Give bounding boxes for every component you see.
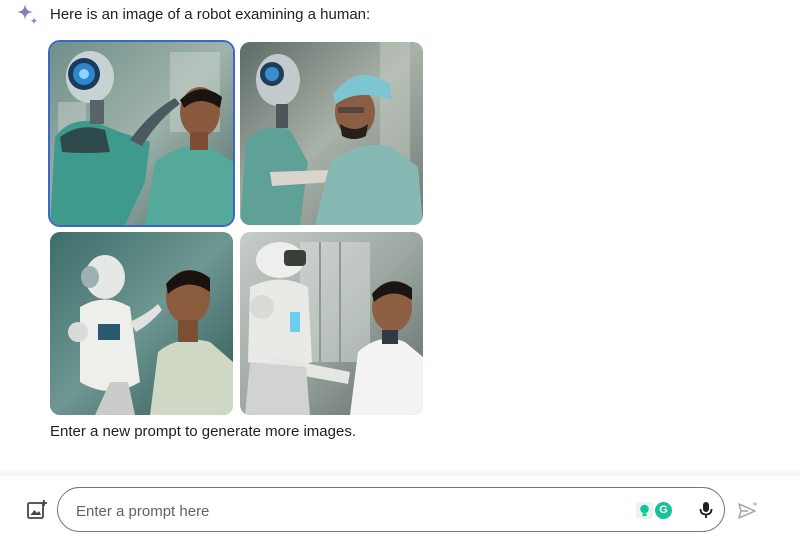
generated-image-grid [50, 42, 423, 415]
generated-image-1[interactable] [50, 42, 233, 225]
prompt-bar: G [57, 487, 725, 532]
white-robot-holding-chin-image [50, 232, 233, 415]
response-intro-text: Here is an image of a robot examining a … [50, 6, 371, 23]
grammarly-icon[interactable]: G [655, 501, 672, 519]
send-icon[interactable] [737, 500, 759, 522]
robot-examining-doctor-image [240, 232, 423, 415]
generated-image-4[interactable] [240, 232, 423, 415]
sparkle-icon [17, 4, 38, 25]
add-image-icon[interactable] [26, 499, 48, 521]
generated-image-2[interactable] [240, 42, 423, 225]
extension-icons: G [636, 500, 672, 520]
followup-text: Enter a new prompt to generate more imag… [50, 423, 356, 440]
prompt-input[interactable] [74, 498, 618, 524]
microphone-icon[interactable] [696, 500, 716, 520]
divider [0, 468, 800, 478]
bulb-icon[interactable] [636, 501, 653, 519]
chat-page: Here is an image of a robot examining a … [0, 0, 800, 539]
generated-image-3[interactable] [50, 232, 233, 415]
robot-examining-man-image [50, 42, 233, 225]
assistant-avatar [14, 2, 40, 28]
robot-and-surgeon-image [240, 42, 423, 225]
